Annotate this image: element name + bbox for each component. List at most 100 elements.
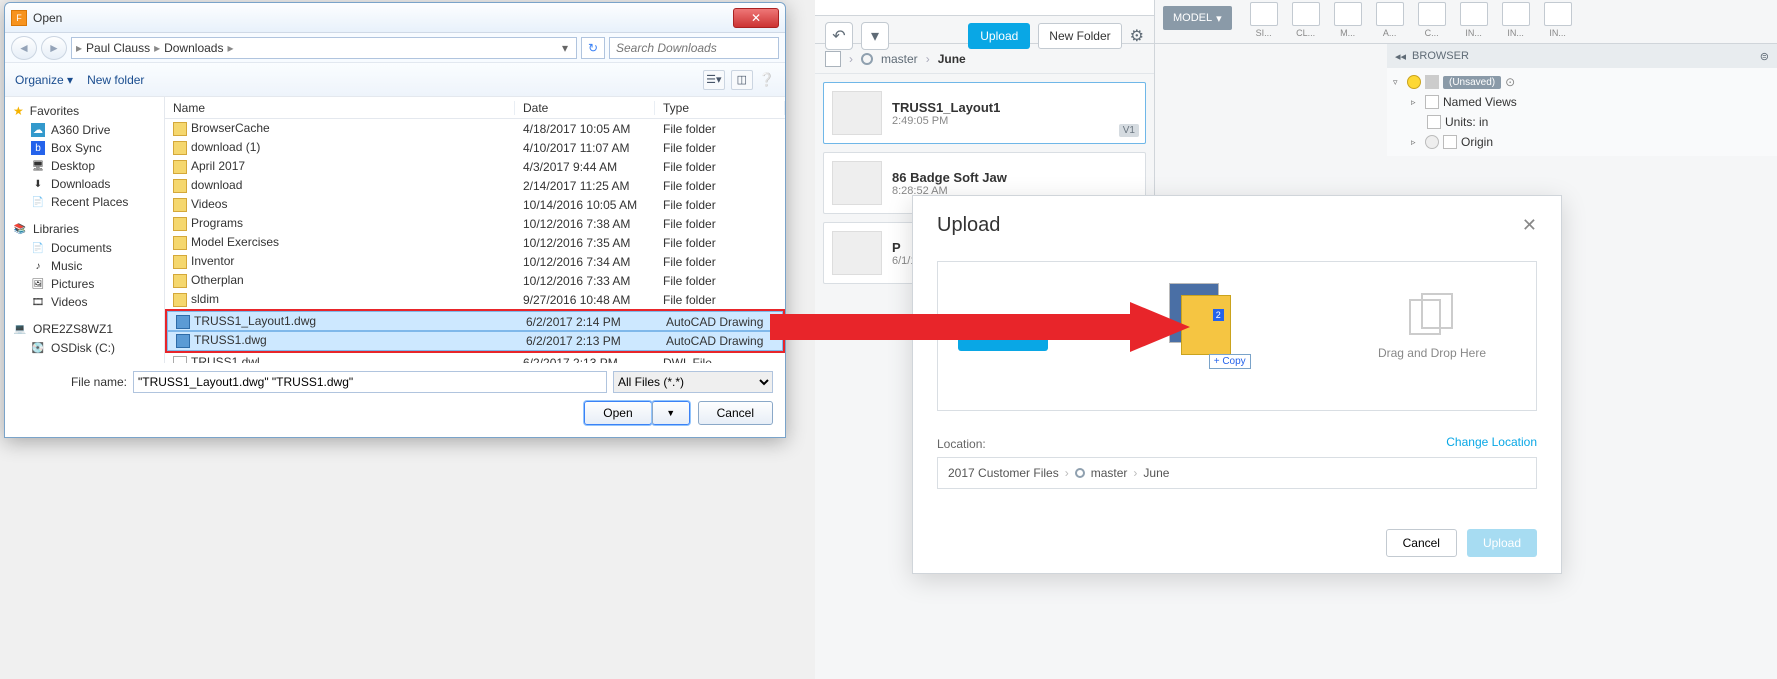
- ribbon-tool[interactable]: C...: [1412, 2, 1452, 38]
- select-files-button[interactable]: Select Files: [958, 321, 1048, 351]
- nav-box[interactable]: bBox Sync: [5, 139, 164, 157]
- cancel-button[interactable]: Cancel: [698, 401, 773, 425]
- file-row[interactable]: TRUSS1_Layout1.dwg 6/2/2017 2:14 PM Auto…: [168, 312, 782, 331]
- nav-a360[interactable]: ☁A360 Drive: [5, 121, 164, 139]
- upload-submit-button[interactable]: Upload: [1467, 529, 1537, 557]
- tree-units[interactable]: Units: in: [1393, 112, 1771, 132]
- back-button[interactable]: ◄: [11, 36, 37, 60]
- open-file-dialog: F Open ✕ ◄ ► ▸ Paul Clauss ▸ Downloads ▸…: [4, 2, 786, 438]
- file-row[interactable]: Otherplan 10/12/2016 7:33 AM File folder: [165, 271, 785, 290]
- browser-title: BROWSER: [1412, 50, 1469, 62]
- browser-collapse-icon[interactable]: ◂◂: [1395, 50, 1406, 63]
- search-input[interactable]: [609, 37, 779, 59]
- data-breadcrumb: › master› June: [815, 44, 1154, 74]
- file-row[interactable]: sldim 9/27/2016 10:48 AM File folder: [165, 290, 785, 309]
- refresh-button[interactable]: ↻: [581, 37, 605, 59]
- ribbon-tool[interactable]: IN...: [1496, 2, 1536, 38]
- card-thumbnail: [832, 231, 882, 275]
- col-name[interactable]: Name: [165, 101, 515, 115]
- home-icon[interactable]: [825, 51, 841, 67]
- preview-pane-toggle[interactable]: ◫: [731, 70, 753, 90]
- nav-videos[interactable]: 🎞Videos: [5, 293, 164, 311]
- card-thumbnail: [832, 91, 882, 135]
- file-row[interactable]: download 2/14/2017 11:25 AM File folder: [165, 176, 785, 195]
- nav-music[interactable]: ♪Music: [5, 257, 164, 275]
- nav-documents[interactable]: 📄Documents: [5, 239, 164, 257]
- location-path: 2017 Customer Files› master› June: [937, 457, 1537, 489]
- ribbon-tool[interactable]: IN...: [1538, 2, 1578, 38]
- branch-icon: [1075, 468, 1085, 478]
- address-bar[interactable]: ▸ Paul Clauss ▸ Downloads ▸ ▾: [71, 37, 577, 59]
- file-row[interactable]: BrowserCache 4/18/2017 10:05 AM File fol…: [165, 119, 785, 138]
- workspace-switcher[interactable]: MODEL ▾: [1163, 6, 1232, 30]
- titlebar[interactable]: F Open ✕: [5, 3, 785, 33]
- ribbon: MODEL ▾ SI...CL...M...A...C...IN...IN...…: [1155, 0, 1777, 43]
- newfolder-button[interactable]: New folder: [87, 73, 144, 87]
- nav-desktop[interactable]: 🖥Desktop: [5, 157, 164, 175]
- ribbon-tool[interactable]: IN...: [1454, 2, 1494, 38]
- data-panel-tabs[interactable]: [815, 0, 1154, 16]
- browser-settings-icon[interactable]: ⊜: [1760, 50, 1769, 63]
- filename-label: File name:: [17, 375, 127, 389]
- nav-row: ◄ ► ▸ Paul Clauss ▸ Downloads ▸ ▾ ↻: [5, 33, 785, 63]
- file-row[interactable]: Programs 10/12/2016 7:38 AM File folder: [165, 214, 785, 233]
- file-row[interactable]: Model Exercises 10/12/2016 7:35 AM File …: [165, 233, 785, 252]
- file-row[interactable]: TRUSS1.dwl 6/2/2017 2:13 PM DWL File: [165, 353, 785, 363]
- tree-named-views[interactable]: ▹Named Views: [1393, 92, 1771, 112]
- filter-select[interactable]: All Files (*.*): [613, 371, 773, 393]
- file-row[interactable]: Inventor 10/12/2016 7:34 AM File folder: [165, 252, 785, 271]
- drop-icon: [1402, 292, 1462, 340]
- upload-cancel-button[interactable]: Cancel: [1386, 529, 1457, 557]
- file-list: Name Date Type BrowserCache 4/18/2017 10…: [165, 97, 785, 363]
- open-button[interactable]: Open: [584, 401, 651, 425]
- branch-icon: [861, 53, 873, 65]
- drop-zone[interactable]: Select Files or 2 + Copy Drag and Drop H…: [937, 261, 1537, 411]
- open-dropdown[interactable]: ▼: [652, 401, 690, 425]
- file-list-header[interactable]: Name Date Type: [165, 97, 785, 119]
- organize-menu[interactable]: Organize ▾: [15, 73, 73, 87]
- upload-modal: Upload ✕ Select Files or 2 + Copy Drag a…: [912, 195, 1562, 574]
- ribbon-tool[interactable]: A...: [1370, 2, 1410, 38]
- file-row[interactable]: April 2017 4/3/2017 9:44 AM File folder: [165, 157, 785, 176]
- crumb-june[interactable]: June: [938, 52, 966, 66]
- nav-libraries[interactable]: 📚Libraries: [5, 219, 164, 239]
- nav-recent[interactable]: 📄Recent Places: [5, 193, 164, 211]
- nav-pictures[interactable]: 🖼Pictures: [5, 275, 164, 293]
- gear-icon[interactable]: ⚙: [1130, 26, 1144, 46]
- tree-origin[interactable]: ▹Origin: [1393, 132, 1771, 152]
- file-row[interactable]: download (1) 4/10/2017 11:07 AM File fol…: [165, 138, 785, 157]
- nav-pane: ★Favorites ☁A360 Drive bBox Sync 🖥Deskto…: [5, 97, 165, 363]
- forward-button[interactable]: ►: [41, 36, 67, 60]
- help-icon[interactable]: ❔: [759, 72, 775, 88]
- copy-tooltip: + Copy: [1209, 354, 1251, 369]
- upload-title: Upload: [937, 214, 1522, 237]
- view-menu[interactable]: ☰▾: [703, 70, 725, 90]
- address-dropdown-icon[interactable]: ▾: [558, 41, 572, 55]
- nav-downloads[interactable]: ⬇Downloads: [5, 175, 164, 193]
- or-label: or: [1078, 329, 1089, 343]
- ribbon-tool[interactable]: CL...: [1286, 2, 1326, 38]
- close-button[interactable]: ✕: [733, 8, 779, 28]
- design-card[interactable]: TRUSS1_Layout12:49:05 PM V1: [823, 82, 1146, 144]
- filename-input[interactable]: [133, 371, 607, 393]
- file-row[interactable]: Videos 10/14/2016 10:05 AM File folder: [165, 195, 785, 214]
- ribbon-tool[interactable]: SI...: [1244, 2, 1284, 38]
- nav-osdisk[interactable]: 💽OSDisk (C:): [5, 339, 164, 357]
- col-type[interactable]: Type: [655, 101, 785, 115]
- close-icon[interactable]: ✕: [1522, 215, 1537, 236]
- crumb-user[interactable]: Paul Clauss: [82, 41, 154, 55]
- browser-panel: ◂◂ BROWSER ⊜ ▿(Unsaved)⊙ ▹Named Views Un…: [1387, 44, 1777, 156]
- card-thumbnail: [832, 161, 882, 205]
- col-date[interactable]: Date: [515, 101, 655, 115]
- nav-favorites[interactable]: ★Favorites: [5, 101, 164, 121]
- nav-computer[interactable]: 💻ORE2ZS8WZ1: [5, 319, 164, 339]
- ribbon-tool[interactable]: M...: [1328, 2, 1368, 38]
- tree-root[interactable]: ▿(Unsaved)⊙: [1393, 72, 1771, 92]
- window-title: Open: [33, 11, 733, 25]
- dialog-toolbar: Organize ▾ New folder ☰▾ ◫ ❔: [5, 63, 785, 97]
- change-location-link[interactable]: Change Location: [1446, 435, 1537, 449]
- crumb-master[interactable]: master: [881, 52, 918, 66]
- file-row[interactable]: TRUSS1.dwg 6/2/2017 2:13 PM AutoCAD Draw…: [168, 331, 782, 350]
- app-icon: F: [11, 10, 27, 26]
- crumb-folder[interactable]: Downloads: [160, 41, 227, 55]
